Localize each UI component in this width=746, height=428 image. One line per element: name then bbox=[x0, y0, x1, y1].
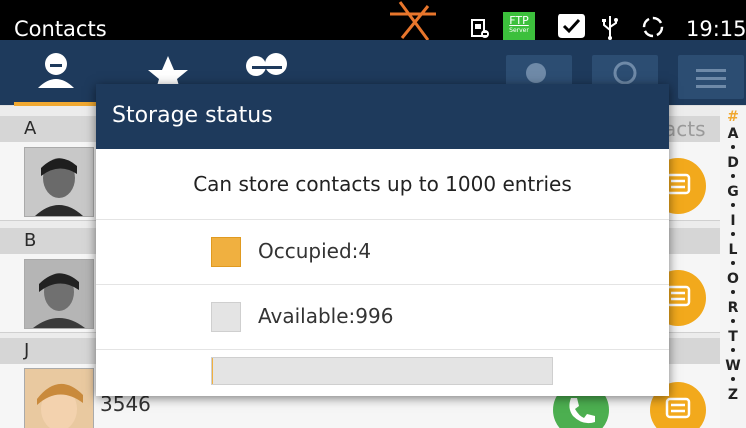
index-letter[interactable]: O bbox=[720, 272, 746, 286]
dialog-title: Storage status bbox=[112, 103, 273, 128]
crossed-arrow-icon bbox=[390, 1, 436, 40]
index-letter[interactable]: I bbox=[720, 214, 746, 228]
available-label: Available bbox=[258, 304, 349, 328]
index-dot bbox=[731, 261, 735, 265]
section-letter: J bbox=[24, 340, 30, 361]
menu-icon bbox=[696, 69, 726, 88]
contacts-tab[interactable] bbox=[14, 40, 98, 105]
occupied-swatch bbox=[211, 237, 241, 267]
usb-icon bbox=[602, 16, 618, 40]
sync-icon bbox=[642, 16, 664, 38]
occupied-row: Occupied:4 bbox=[96, 220, 669, 284]
index-dot bbox=[731, 203, 735, 207]
index-letter[interactable]: D bbox=[720, 156, 746, 170]
index-letter[interactable]: # bbox=[720, 110, 746, 124]
index-letter[interactable]: W bbox=[720, 359, 746, 373]
storage-status-dialog: Storage status Can store contacts up to … bbox=[96, 84, 669, 396]
menu-button[interactable] bbox=[678, 55, 744, 99]
ftp-server-icon: FTP Server bbox=[503, 12, 535, 40]
index-dot bbox=[731, 174, 735, 178]
clock: 19:15 bbox=[686, 17, 746, 41]
occupied-value: 4 bbox=[358, 239, 372, 263]
dialog-header: Storage status bbox=[96, 84, 669, 149]
section-letter: B bbox=[24, 230, 37, 251]
list-header-text: acts bbox=[664, 117, 706, 141]
index-dot bbox=[731, 290, 735, 294]
occupied-label: Occupied bbox=[258, 239, 352, 263]
screen: Contacts FTP Server 19:15 A B J 3546 act… bbox=[0, 0, 746, 428]
index-letter[interactable]: Z bbox=[720, 388, 746, 402]
occupied-text: Occupied:4 bbox=[258, 239, 372, 263]
contact-avatar bbox=[24, 259, 94, 329]
section-letter: A bbox=[24, 118, 37, 139]
dialog-message: Can store contacts up to 1000 entries bbox=[193, 172, 572, 196]
contact-avatar bbox=[24, 147, 94, 217]
index-dot bbox=[731, 145, 735, 149]
person-icon bbox=[38, 53, 74, 88]
sim-card-icon bbox=[471, 19, 489, 38]
available-text: Available:996 bbox=[258, 304, 394, 328]
index-letter[interactable]: G bbox=[720, 185, 746, 199]
index-dot bbox=[731, 232, 735, 236]
divider bbox=[96, 349, 669, 350]
index-dot bbox=[731, 348, 735, 352]
ftp-label: FTP bbox=[509, 14, 529, 27]
index-letter[interactable]: A bbox=[720, 127, 746, 141]
contact-avatar bbox=[24, 368, 94, 428]
alphabet-index[interactable]: # A D G I L O R T W Z bbox=[720, 106, 746, 428]
status-bar: Contacts FTP Server 19:15 bbox=[0, 0, 746, 41]
available-row: Available:996 bbox=[96, 285, 669, 349]
index-dot bbox=[731, 319, 735, 323]
ftp-sublabel: Server bbox=[509, 27, 529, 34]
index-letter[interactable]: L bbox=[720, 243, 746, 257]
index-letter[interactable]: R bbox=[720, 301, 746, 315]
storage-progress-bar bbox=[211, 357, 553, 385]
index-dot bbox=[731, 377, 735, 381]
checkmark-badge-icon bbox=[558, 14, 585, 38]
available-swatch bbox=[211, 302, 241, 332]
storage-progress-fill bbox=[212, 358, 214, 384]
app-title: Contacts bbox=[14, 17, 107, 41]
index-letter[interactable]: T bbox=[720, 330, 746, 344]
available-value: 996 bbox=[355, 304, 394, 328]
